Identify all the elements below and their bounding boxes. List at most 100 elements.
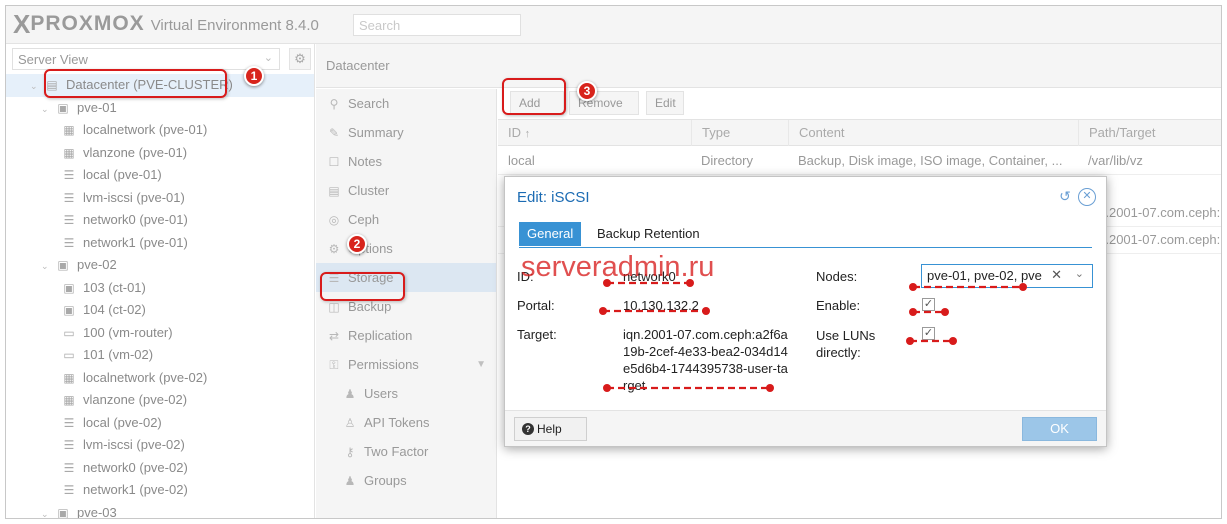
step-badge-3: 3	[577, 81, 597, 101]
menu-item-two-factor[interactable]: ⚷ Two Factor	[316, 437, 496, 466]
tree-item[interactable]: ▭ 100 (vm-router)	[6, 322, 314, 345]
storage-icon: ☰	[63, 415, 75, 430]
dialog-title: Edit: iSCSI	[517, 189, 590, 206]
edit-iscsi-dialog: Edit: iSCSI ↺ ✕ General Backup Retention…	[504, 176, 1107, 447]
user-outline-icon: ♙	[344, 416, 356, 430]
tab-backup-retention[interactable]: Backup Retention	[589, 222, 708, 246]
close-icon[interactable]: ✕	[1078, 188, 1096, 206]
menu-item-label: Replication	[348, 328, 413, 343]
logo-word: PROXMOX	[30, 12, 145, 35]
chevron-down-icon[interactable]: ⌄	[1075, 267, 1084, 280]
menu-item-notes[interactable]: ☐ Notes	[316, 147, 496, 176]
tree-item-label: vlanzone (pve-01)	[83, 144, 188, 160]
container-icon: ▣	[63, 303, 75, 317]
sdn-zone-icon: ▦	[63, 370, 75, 385]
tree-item[interactable]: ☰ local (pve-02)	[6, 412, 314, 435]
tree-item-label: network0 (pve-01)	[83, 212, 188, 227]
cell-type: Directory	[701, 153, 754, 168]
menu-item-label: Users	[364, 386, 398, 401]
global-search-input[interactable]: Search	[353, 14, 521, 36]
tree-item[interactable]: ☰ network1 (pve-02)	[6, 479, 314, 502]
clear-icon[interactable]: ✕	[1051, 267, 1062, 283]
node-icon: ▣	[57, 505, 69, 519]
view-selector[interactable]: Server View ⌄	[12, 48, 280, 70]
expand-toggle-icon[interactable]: ⌄	[41, 98, 51, 120]
target-value: iqn.2001-07.com.ceph:a2f6a19b-2cef-4e33-…	[623, 327, 788, 393]
menu-item-groups[interactable]: ♟ Groups	[316, 466, 496, 495]
menu-item-search[interactable]: ⚲ Search	[316, 89, 496, 118]
storage-icon: ☰	[63, 190, 75, 205]
menu-item-cluster[interactable]: ▤ Cluster	[316, 176, 496, 205]
gear-icon[interactable]: ⚙	[289, 48, 311, 70]
page-title: Datacenter	[326, 58, 390, 73]
cell-id: local	[508, 153, 535, 168]
tree-item-label: pve-02	[77, 257, 117, 272]
tree-item-label: lvm-iscsi (pve-01)	[83, 189, 185, 205]
storage-icon: ☰	[63, 438, 75, 452]
ok-button[interactable]: OK	[1022, 417, 1097, 441]
summary-icon: ✎	[328, 126, 340, 140]
table-row[interactable]: local Directory Backup, Disk image, ISO …	[498, 147, 1221, 175]
menu-item-users[interactable]: ♟ Users	[316, 379, 496, 408]
column-id-label: ID	[508, 125, 521, 140]
tree-item-label: network0 (pve-02)	[83, 459, 188, 475]
sort-ascending-icon: ↑	[524, 128, 531, 140]
tree-item-label: 100 (vm-router)	[83, 324, 173, 340]
menu-item-label: Search	[348, 96, 390, 111]
expand-toggle-icon[interactable]: ⌄	[30, 75, 40, 97]
tree-item[interactable]: ☰ network1 (pve-01)	[6, 232, 314, 255]
user-icon: ♟	[344, 387, 356, 401]
tree-item[interactable]: ☰ local (pve-01)	[6, 164, 314, 187]
nodes-select[interactable]: pve-01, pve-02, pve ✕ ⌄	[921, 264, 1093, 288]
tree-item[interactable]: ▣ 104 (ct-02)	[6, 299, 314, 322]
menu-item-label: Two Factor	[364, 444, 429, 459]
tree-item[interactable]: ☰ lvm-iscsi (pve-01)	[6, 187, 314, 210]
menu-item-options[interactable]: ⚙ Options	[316, 234, 496, 263]
unlock-icon: ⚿	[329, 358, 339, 372]
menu-item-label: Notes	[348, 154, 382, 169]
tree-item[interactable]: ▣ 103 (ct-01)	[6, 277, 314, 300]
tree-item[interactable]: ☰ network0 (pve-01)	[6, 209, 314, 232]
menu-item-label: Groups	[364, 473, 407, 488]
tree-item[interactable]: ⌄ ▣ pve-03	[6, 502, 314, 519]
expand-toggle-icon[interactable]: ⌄	[41, 255, 51, 277]
chevron-down-icon[interactable]: ▼	[476, 350, 486, 379]
tree-item[interactable]: ▦ vlanzone (pve-01)	[6, 142, 314, 165]
portal-value: 10.130.132.2	[623, 298, 699, 313]
use-luns-checkbox[interactable]: ✓	[922, 327, 935, 340]
reset-icon[interactable]: ↺	[1056, 188, 1074, 206]
cluster-icon: ▤	[328, 184, 340, 198]
enable-checkbox[interactable]: ✓	[922, 298, 935, 311]
expand-toggle-icon[interactable]: ⌄	[41, 503, 51, 519]
tree-item[interactable]: ⌄ ▣ pve-02	[6, 254, 314, 277]
column-id[interactable]: ID ↑	[498, 120, 691, 146]
tree-item[interactable]: ☰ network0 (pve-02)	[6, 457, 314, 480]
dialog-footer: ? Help OK	[505, 410, 1106, 446]
tree-item[interactable]: ▭ 101 (vm-02)	[6, 344, 314, 367]
menu-item-permissions[interactable]: ⚿ Permissions ▼	[316, 350, 496, 379]
resource-tree: ⌄ ▤ Datacenter (PVE-CLUSTER) ⌄ ▣ pve-01 ▦ local…	[6, 74, 314, 519]
menu-item-summary[interactable]: ✎ Summary	[316, 118, 496, 147]
nodes-label: Nodes:	[816, 269, 858, 284]
vm-icon: ▭	[63, 348, 75, 362]
tab-general[interactable]: General	[519, 222, 582, 246]
tree-item[interactable]: ⌄ ▣ pve-01	[6, 97, 314, 120]
edit-button[interactable]: Edit	[646, 91, 684, 115]
menu-item-label: Summary	[348, 125, 404, 140]
tree-item[interactable]: ☰ lvm-iscsi (pve-02)	[6, 434, 314, 457]
nodes-select-value: pve-01, pve-02, pve	[927, 268, 1042, 283]
column-type[interactable]: Type	[691, 120, 788, 146]
help-button[interactable]: ? Help	[514, 417, 587, 441]
edit-button-label: Edit	[655, 96, 676, 110]
menu-item-api-tokens[interactable]: ♙ API Tokens	[316, 408, 496, 437]
tree-item-label: 103 (ct-01)	[83, 279, 146, 295]
column-content[interactable]: Content	[788, 120, 1078, 146]
tree-item[interactable]: ▦ vlanzone (pve-02)	[6, 389, 314, 412]
highlight-datacenter	[44, 69, 227, 98]
menu-item-ceph[interactable]: ◎ Ceph	[316, 205, 496, 234]
tree-item[interactable]: ▦ localnetwork (pve-01)	[6, 119, 314, 142]
menu-item-replication[interactable]: ⇄ Replication	[316, 321, 496, 350]
tree-item[interactable]: ▦ localnetwork (pve-02)	[6, 367, 314, 390]
column-path-target[interactable]: Path/Target	[1078, 120, 1221, 146]
tree-item-label: pve-03	[77, 504, 117, 519]
